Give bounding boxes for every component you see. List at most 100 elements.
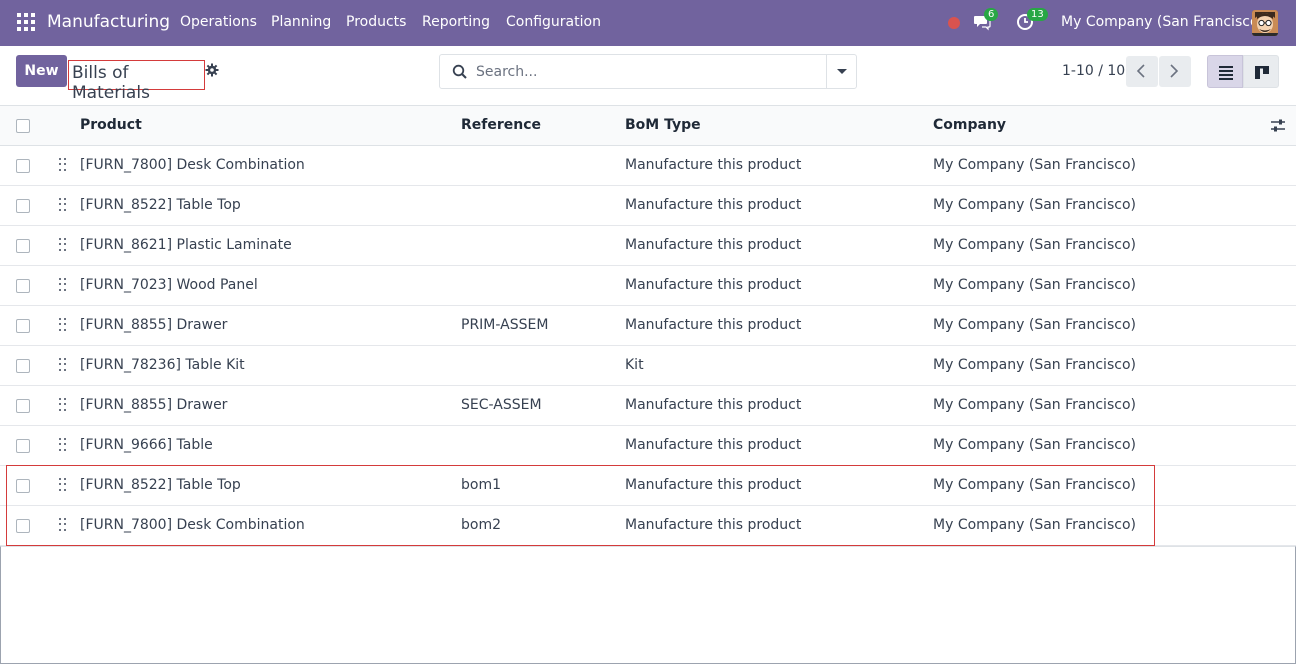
cell-product[interactable]: [FURN_7800] Desk Combination bbox=[80, 157, 305, 173]
cell-product[interactable]: [FURN_8855] Drawer bbox=[80, 317, 227, 333]
drag-handle-icon[interactable] bbox=[59, 198, 67, 212]
cell-product[interactable]: [FURN_78236] Table Kit bbox=[80, 357, 245, 373]
cell-product[interactable]: [FURN_9666] Table bbox=[80, 437, 213, 453]
cell-reference[interactable]: bom1 bbox=[461, 477, 501, 493]
table-row[interactable]: [FURN_7800] Desk Combination bom2 Manufact… bbox=[0, 506, 1296, 546]
row-checkbox[interactable] bbox=[16, 199, 30, 213]
column-header-product[interactable]: Product bbox=[80, 117, 142, 133]
cell-company[interactable]: My Company (San Francisco) bbox=[933, 317, 1136, 333]
cell-bom-type[interactable]: Manufacture this product bbox=[625, 397, 801, 413]
recording-indicator-icon[interactable] bbox=[948, 17, 960, 29]
menu-planning[interactable]: Planning bbox=[271, 14, 331, 30]
table-row[interactable]: [FURN_9666] Table Manufacture this produc… bbox=[0, 426, 1296, 466]
cell-bom-type[interactable]: Manufacture this product bbox=[625, 517, 801, 533]
table-row[interactable]: [FURN_8621] Plastic Laminate Manufacture … bbox=[0, 226, 1296, 266]
cell-product[interactable]: [FURN_8522] Table Top bbox=[80, 197, 241, 213]
cell-company[interactable]: My Company (San Francisco) bbox=[933, 437, 1136, 453]
row-checkbox[interactable] bbox=[16, 279, 30, 293]
app-name[interactable]: Manufacturing bbox=[47, 12, 170, 32]
cell-company[interactable]: My Company (San Francisco) bbox=[933, 197, 1136, 213]
company-switcher[interactable]: My Company (San Francisco) bbox=[1061, 14, 1264, 30]
cell-product[interactable]: [FURN_8522] Table Top bbox=[80, 477, 241, 493]
table-row[interactable]: [FURN_8855] Drawer SEC-ASSEM Manufacture t… bbox=[0, 386, 1296, 426]
row-checkbox[interactable] bbox=[16, 159, 30, 173]
new-button[interactable]: New bbox=[16, 55, 67, 87]
drag-handle-icon[interactable] bbox=[59, 238, 67, 252]
control-panel: New Bills of Materials Search... 1-10 / … bbox=[0, 46, 1296, 106]
row-checkbox[interactable] bbox=[16, 239, 30, 253]
table-row[interactable]: [FURN_7023] Wood Panel Manufacture this p… bbox=[0, 266, 1296, 306]
cell-bom-type[interactable]: Manufacture this product bbox=[625, 437, 801, 453]
menu-operations[interactable]: Operations bbox=[180, 14, 257, 30]
kanban-view-icon bbox=[1255, 66, 1269, 79]
row-checkbox[interactable] bbox=[16, 319, 30, 333]
drag-handle-icon[interactable] bbox=[59, 398, 67, 412]
row-checkbox[interactable] bbox=[16, 439, 30, 453]
optional-columns-icon[interactable] bbox=[1270, 118, 1286, 134]
drag-handle-icon[interactable] bbox=[59, 518, 67, 532]
cell-company[interactable]: My Company (San Francisco) bbox=[933, 517, 1136, 533]
column-header-company[interactable]: Company bbox=[933, 117, 1006, 133]
row-checkbox[interactable] bbox=[16, 399, 30, 413]
gear-icon[interactable] bbox=[205, 63, 219, 81]
cell-company[interactable]: My Company (San Francisco) bbox=[933, 157, 1136, 173]
table-body: [FURN_7800] Desk Combination Manufacture … bbox=[0, 146, 1296, 546]
drag-handle-icon[interactable] bbox=[59, 358, 67, 372]
cell-bom-type[interactable]: Manufacture this product bbox=[625, 317, 801, 333]
search-options-toggle[interactable] bbox=[826, 55, 856, 88]
cell-product[interactable]: [FURN_7023] Wood Panel bbox=[80, 277, 258, 293]
apps-menu-icon[interactable] bbox=[17, 13, 35, 31]
cell-bom-type[interactable]: Manufacture this product bbox=[625, 197, 801, 213]
menu-reporting[interactable]: Reporting bbox=[422, 14, 490, 30]
cell-reference[interactable]: SEC-ASSEM bbox=[461, 397, 542, 413]
list-view-button[interactable] bbox=[1207, 55, 1243, 88]
table-row[interactable]: [FURN_8522] Table Top Manufacture this pr… bbox=[0, 186, 1296, 226]
cell-company[interactable]: My Company (San Francisco) bbox=[933, 477, 1136, 493]
messages-icon[interactable]: 6 bbox=[973, 8, 999, 33]
column-header-reference[interactable]: Reference bbox=[461, 117, 541, 133]
cell-reference[interactable]: bom2 bbox=[461, 517, 501, 533]
drag-handle-icon[interactable] bbox=[59, 478, 67, 492]
column-header-bom-type[interactable]: BoM Type bbox=[625, 117, 701, 133]
cell-product[interactable]: [FURN_7800] Desk Combination bbox=[80, 517, 305, 533]
drag-handle-icon[interactable] bbox=[59, 278, 67, 292]
cell-bom-type[interactable]: Manufacture this product bbox=[625, 157, 801, 173]
table-row[interactable]: [FURN_8855] Drawer PRIM-ASSEM Manufacture … bbox=[0, 306, 1296, 346]
kanban-view-button[interactable] bbox=[1243, 55, 1279, 88]
cell-bom-type[interactable]: Manufacture this product bbox=[625, 477, 801, 493]
cell-bom-type[interactable]: Manufacture this product bbox=[625, 237, 801, 253]
list-view-icon bbox=[1219, 66, 1233, 80]
drag-handle-icon[interactable] bbox=[59, 158, 67, 172]
table-row[interactable]: [FURN_8522] Table Top bom1 Manufacture thi… bbox=[0, 466, 1296, 506]
drag-handle-icon[interactable] bbox=[59, 318, 67, 332]
top-navbar: Manufacturing Operations Planning Produc… bbox=[0, 0, 1296, 46]
cell-product[interactable]: [FURN_8621] Plastic Laminate bbox=[80, 237, 292, 253]
row-checkbox[interactable] bbox=[16, 479, 30, 493]
row-checkbox[interactable] bbox=[16, 519, 30, 533]
menu-configuration[interactable]: Configuration bbox=[506, 14, 601, 30]
cell-company[interactable]: My Company (San Francisco) bbox=[933, 357, 1136, 373]
cell-reference[interactable]: PRIM-ASSEM bbox=[461, 317, 548, 333]
drag-handle-icon[interactable] bbox=[59, 438, 67, 452]
search-input[interactable] bbox=[476, 60, 826, 84]
pager-next-button[interactable] bbox=[1159, 56, 1191, 87]
search-bar bbox=[439, 54, 857, 89]
activities-clock-icon[interactable]: 13 bbox=[1016, 8, 1048, 33]
pager-previous-button[interactable] bbox=[1126, 56, 1158, 87]
pager-value[interactable]: 1-10 / 10 bbox=[1062, 63, 1125, 79]
menu-products[interactable]: Products bbox=[346, 14, 406, 30]
cell-bom-type[interactable]: Kit bbox=[625, 357, 644, 373]
activities-count-badge: 13 bbox=[1027, 8, 1048, 21]
cell-product[interactable]: [FURN_8855] Drawer bbox=[80, 397, 227, 413]
cell-company[interactable]: My Company (San Francisco) bbox=[933, 237, 1136, 253]
table-row[interactable]: [FURN_78236] Table Kit Kit My Company (San… bbox=[0, 346, 1296, 386]
row-checkbox[interactable] bbox=[16, 359, 30, 373]
chevron-left-icon bbox=[1136, 64, 1145, 78]
user-avatar[interactable] bbox=[1252, 10, 1278, 36]
table-row[interactable]: [FURN_7800] Desk Combination Manufacture … bbox=[0, 146, 1296, 186]
cell-company[interactable]: My Company (San Francisco) bbox=[933, 397, 1136, 413]
cell-company[interactable]: My Company (San Francisco) bbox=[933, 277, 1136, 293]
cell-bom-type[interactable]: Manufacture this product bbox=[625, 277, 801, 293]
empty-list-area bbox=[0, 546, 1296, 664]
select-all-checkbox[interactable] bbox=[16, 119, 30, 133]
